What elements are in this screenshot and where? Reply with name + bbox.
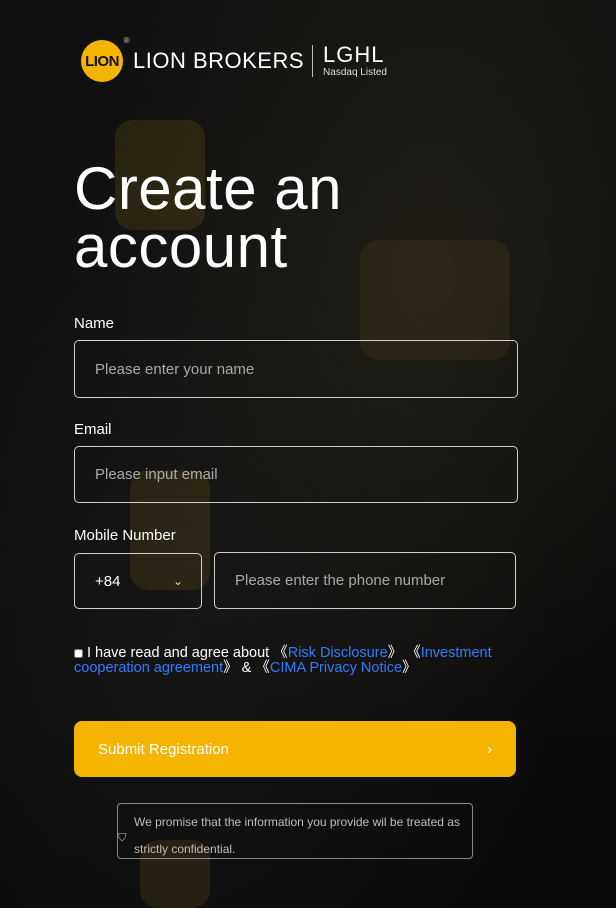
ampersand: &	[241, 660, 252, 676]
phone-input[interactable]	[214, 552, 516, 609]
bracket-close: 》	[387, 645, 403, 661]
bracket-close: 》	[223, 660, 238, 676]
chevron-down-icon: ⌄	[172, 574, 183, 588]
page-title: Create an account	[74, 155, 342, 280]
chevron-right-icon: ›	[487, 740, 492, 758]
risk-disclosure-link[interactable]: Risk Disclosure	[288, 645, 388, 661]
privacy-notice-link[interactable]: CIMA Privacy Notice	[270, 660, 402, 676]
brand-name: LION BROKERS	[133, 48, 305, 73]
bracket-open: 《	[255, 660, 270, 676]
email-label: Email	[74, 421, 112, 438]
country-code-value: +84	[95, 572, 121, 590]
nasdaq-listed-text: Nasdaq Listed	[323, 67, 387, 78]
brand-logo[interactable]: LION ® LION BROKERS LGHL Nasdaq Listed	[81, 36, 387, 82]
name-label: Name	[74, 315, 115, 332]
email-input[interactable]	[74, 446, 518, 503]
lion-logo-icon: LION ®	[81, 36, 130, 82]
notice-text: We promise that the information you prov…	[134, 815, 460, 856]
registered-mark: ®	[123, 36, 130, 45]
confidentiality-notice: ⛉ We promise that the information you pr…	[117, 803, 473, 859]
submit-label: Submit Registration	[98, 740, 229, 758]
bracket-close: 》	[402, 660, 417, 676]
country-code-select[interactable]: +84 ⌄	[74, 553, 202, 609]
name-input[interactable]	[74, 340, 518, 398]
logo-divider	[312, 45, 314, 77]
mobile-label: Mobile Number	[74, 527, 176, 544]
agree-checkbox[interactable]	[74, 649, 83, 658]
agreement-prefix: I have read and agree about	[87, 645, 270, 661]
lghl-text: LGHL	[323, 42, 385, 67]
lghl-mark: LGHL Nasdaq Listed	[323, 44, 387, 78]
submit-registration-button[interactable]: Submit Registration ›	[74, 721, 516, 777]
logo-badge-text: LION	[85, 52, 119, 70]
shield-icon: ⛉	[118, 832, 127, 844]
agreement-text: I have read and agree about 《Risk Disclo…	[74, 646, 514, 676]
bracket-open: 《	[273, 645, 288, 661]
bracket-open: 《	[406, 645, 421, 661]
